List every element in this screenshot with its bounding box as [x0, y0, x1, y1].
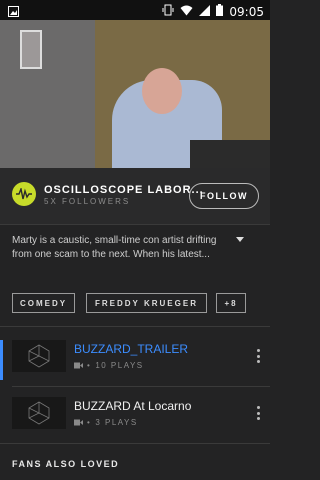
video-title[interactable]: BUZZARD_TRAILER [74, 342, 188, 356]
video-camera-icon [74, 362, 83, 369]
divider [0, 224, 270, 225]
video-frame-head [142, 68, 182, 114]
video-meta: • 10 PLAYS [74, 361, 144, 370]
oscilloscope-logo-icon [16, 188, 32, 200]
video-player[interactable] [0, 20, 270, 168]
description-text: Marty is a caustic, small-time con artis… [12, 235, 217, 260]
video-meta: • 3 PLAYS [74, 418, 138, 427]
signal-icon [199, 3, 211, 21]
wifi-icon [180, 3, 193, 21]
separator-dot: • [87, 418, 92, 427]
video-frame-picture [20, 30, 42, 69]
more-options-icon[interactable] [256, 406, 260, 420]
video-plays: 10 PLAYS [95, 361, 144, 370]
tag-freddy-krueger[interactable]: FREDDY KRUEGER [86, 293, 207, 313]
separator-dot: • [87, 361, 92, 370]
channel-avatar[interactable] [12, 182, 36, 206]
battery-icon [216, 3, 224, 21]
divider [0, 326, 270, 327]
video-thumbnail[interactable] [12, 397, 66, 429]
expand-description-icon[interactable] [236, 237, 244, 242]
video-thumbnail[interactable] [12, 340, 66, 372]
tag-more[interactable]: +8 [216, 293, 246, 313]
channel-name[interactable]: OSCILLOSCOPE LABOR... [44, 184, 204, 196]
more-options-icon[interactable] [256, 349, 260, 363]
vibrate-icon [162, 3, 174, 21]
tag-comedy[interactable]: COMEDY [12, 293, 75, 313]
video-camera-icon [74, 419, 83, 426]
video-plays: 3 PLAYS [95, 418, 138, 427]
divider [0, 443, 270, 444]
section-title: FANS ALSO LOVED [12, 459, 120, 469]
clock: 09:05 [229, 5, 264, 19]
follow-button[interactable]: FOLLOW [189, 183, 259, 209]
video-title[interactable]: BUZZARD At Locarno [74, 399, 191, 413]
status-bar: 09:05 [0, 0, 270, 20]
divider [12, 386, 270, 387]
thumbnail-logo-icon [28, 344, 50, 368]
active-indicator [0, 340, 3, 380]
channel-followers: 5X FOLLOWERS [44, 197, 131, 206]
video-frame-desk [190, 140, 270, 168]
thumbnail-logo-icon [28, 401, 50, 425]
